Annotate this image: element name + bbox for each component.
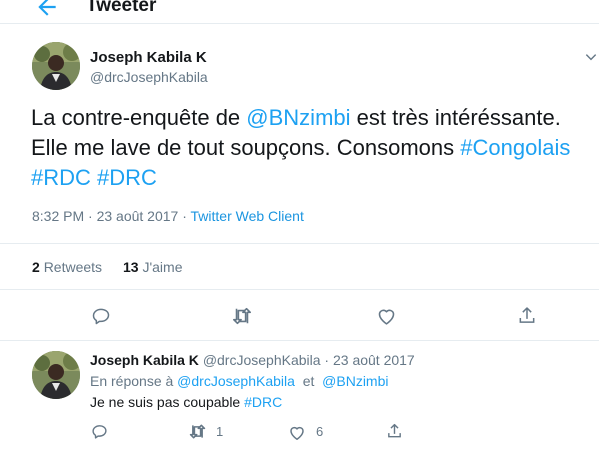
- reply-icon[interactable]: [91, 306, 111, 326]
- retweets-stat[interactable]: 2 Retweets: [32, 259, 102, 275]
- share-icon[interactable]: [386, 422, 403, 440]
- like-count: 6: [316, 424, 324, 439]
- author-name[interactable]: Joseph Kabila K: [90, 49, 207, 66]
- client-link[interactable]: Twitter Web Client: [191, 208, 304, 224]
- tweet-stats: 2 Retweets 13 J'aime: [0, 243, 599, 290]
- retweet-icon[interactable]: [188, 423, 207, 440]
- tweet-text-part: La contre-enquête de: [31, 105, 247, 130]
- avatar[interactable]: [32, 351, 80, 399]
- like-icon[interactable]: [288, 424, 306, 441]
- reply-and: et: [302, 373, 315, 389]
- hashtag-link[interactable]: #DRC: [97, 165, 157, 190]
- reply-tweet[interactable]: Joseph Kabila K @drcJosephKabila · 23 ao…: [0, 342, 599, 459]
- back-arrow-icon[interactable]: [34, 0, 60, 20]
- share-icon[interactable]: [517, 305, 537, 326]
- reply-prefix: En réponse à: [90, 373, 178, 389]
- likes-label: J'aime: [142, 259, 183, 275]
- timestamp-text[interactable]: 8:32 PM · 23 août 2017 ·: [32, 208, 191, 224]
- reply-header: Joseph Kabila K @drcJosephKabila · 23 ao…: [90, 352, 415, 368]
- like-icon[interactable]: [376, 306, 397, 326]
- main-tweet: Joseph Kabila K @drcJosephKabila La cont…: [0, 25, 599, 341]
- author-meta[interactable]: @drcJosephKabila · 23 août 2017: [203, 352, 415, 368]
- retweets-label: Retweets: [43, 259, 103, 275]
- mention-link[interactable]: @BNzimbi: [246, 105, 350, 130]
- tweet-text: La contre-enquête de @BNzimbi est très i…: [31, 103, 596, 193]
- hashtag-link[interactable]: #DRC: [244, 394, 282, 410]
- chevron-down-icon[interactable]: [584, 50, 598, 64]
- reply-context: En réponse à @drcJosephKabila et @BNzimb…: [90, 373, 389, 389]
- likes-count: 13: [123, 259, 139, 275]
- author-handle[interactable]: @drcJosephKabila: [90, 69, 208, 85]
- reply-icon[interactable]: [91, 423, 108, 440]
- mention-link[interactable]: @drcJosephKabila: [177, 373, 295, 389]
- retweet-icon[interactable]: [231, 306, 253, 326]
- avatar[interactable]: [32, 42, 80, 90]
- tweet-timestamp: 8:32 PM · 23 août 2017 · Twitter Web Cli…: [32, 208, 304, 224]
- author-name[interactable]: Joseph Kabila K: [90, 352, 199, 368]
- mention-link[interactable]: @BNzimbi: [322, 373, 388, 389]
- retweets-count: 2: [32, 259, 40, 275]
- likes-stat[interactable]: 13 J'aime: [123, 259, 183, 275]
- hashtag-link[interactable]: #RDC: [31, 165, 91, 190]
- reply-text-part: Je ne suis pas coupable: [90, 394, 245, 410]
- reply-text: Je ne suis pas coupable #DRC: [90, 394, 282, 410]
- page-header: Tweeter: [0, 0, 599, 24]
- hashtag-link[interactable]: #Congolais: [460, 135, 570, 160]
- page-title: Tweeter: [86, 0, 157, 16]
- retweet-count: 1: [216, 424, 224, 439]
